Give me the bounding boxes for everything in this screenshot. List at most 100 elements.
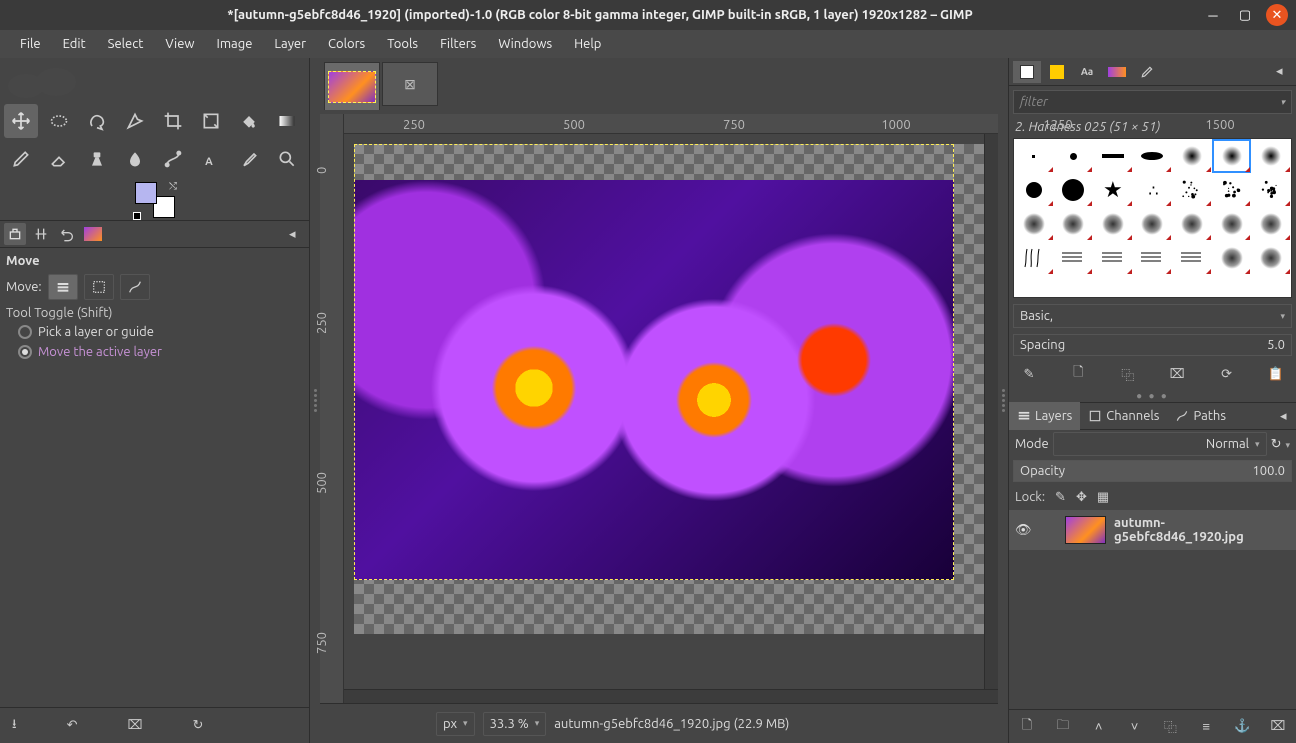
menu-edit[interactable]: Edit <box>53 33 96 55</box>
mode-reset-icon[interactable]: ↻ <box>1271 437 1282 452</box>
menu-layer[interactable]: Layer <box>264 33 316 55</box>
move-tool[interactable] <box>4 104 38 138</box>
delete-layer-icon[interactable]: ⌧ <box>1266 715 1290 739</box>
collapse-dock-icon[interactable]: ◂ <box>1276 64 1292 79</box>
anchor-layer-icon[interactable]: ⚓ <box>1230 715 1254 739</box>
brush-item[interactable] <box>1093 139 1133 173</box>
minimize-button[interactable]: ─ <box>1202 4 1224 26</box>
brush-item[interactable]: ∴ <box>1133 173 1173 207</box>
images-tab[interactable] <box>82 223 104 245</box>
horizontal-scrollbar[interactable] <box>344 689 998 703</box>
pencil-tool[interactable] <box>4 142 38 176</box>
maximize-button[interactable]: ▢ <box>1234 4 1256 26</box>
duplicate-layer-icon[interactable]: ⿻ <box>1158 715 1182 739</box>
zoom-tool[interactable] <box>270 142 304 176</box>
free-select-tool[interactable] <box>80 104 114 138</box>
opacity-slider[interactable]: Opacity100.0 <box>1013 460 1292 482</box>
brush-item[interactable] <box>1251 207 1291 241</box>
collapse-dock-icon[interactable]: ◂ <box>1280 409 1296 424</box>
smudge-tool[interactable] <box>118 142 152 176</box>
visibility-icon[interactable]: 👁 <box>1015 523 1032 538</box>
brush-item[interactable] <box>1212 241 1252 275</box>
pick-layer-radio[interactable] <box>18 325 32 339</box>
zoom-dropdown[interactable]: 33.3 %▾ <box>483 712 547 736</box>
layer-name[interactable]: autumn-g5ebfc8d46_1920.jpg <box>1114 516 1290 544</box>
brush-item[interactable] <box>1054 207 1094 241</box>
menu-tools[interactable]: Tools <box>377 33 428 55</box>
transform-tool[interactable] <box>194 104 228 138</box>
horizontal-ruler[interactable]: 2505007501000125015001750 <box>344 114 998 134</box>
fuzzy-select-tool[interactable] <box>118 104 152 138</box>
menu-filters[interactable]: Filters <box>430 33 486 55</box>
brush-item[interactable] <box>1054 241 1094 275</box>
restore-preset-icon[interactable]: ↶ <box>67 718 78 733</box>
brushes-tab[interactable] <box>1013 61 1041 83</box>
brush-item[interactable] <box>1172 241 1212 275</box>
brush-filter-input[interactable]: filter▾ <box>1013 90 1292 114</box>
refresh-brush-icon[interactable]: ⟳ <box>1215 362 1239 386</box>
gradients-tab[interactable] <box>1103 61 1131 83</box>
move-active-radio[interactable] <box>18 345 32 359</box>
menu-view[interactable]: View <box>155 33 204 55</box>
clone-tool[interactable] <box>80 142 114 176</box>
fonts-tab[interactable]: Aa <box>1073 61 1101 83</box>
layers-tab[interactable]: Layers <box>1009 402 1080 430</box>
move-layer-button[interactable] <box>48 274 78 300</box>
open-brush-icon[interactable]: 📋 <box>1264 362 1288 386</box>
edit-brush-icon[interactable]: ✎ <box>1017 362 1041 386</box>
reset-preset-icon[interactable]: ↻ <box>192 718 203 733</box>
delete-brush-icon[interactable]: ⌧ <box>1165 362 1189 386</box>
close-button[interactable]: ✕ <box>1266 4 1288 26</box>
default-colors-icon[interactable] <box>133 212 141 220</box>
new-layer-icon[interactable]: 🗋 <box>1015 715 1039 739</box>
brush-item[interactable] <box>1014 241 1054 275</box>
brush-item[interactable] <box>1093 241 1133 275</box>
duplicate-brush-icon[interactable]: ⿻ <box>1116 362 1140 386</box>
mode-dropdown[interactable]: Normal▾ <box>1053 432 1267 456</box>
menu-image[interactable]: Image <box>207 33 263 55</box>
brush-item[interactable] <box>1133 241 1173 275</box>
dock-separator[interactable]: ● ● ● <box>1009 390 1296 402</box>
dock-grip-right[interactable] <box>998 58 1008 743</box>
brush-item[interactable] <box>1251 139 1291 173</box>
tool-options-tab[interactable] <box>4 223 26 245</box>
lock-pixels-icon[interactable]: ✎ <box>1055 490 1066 505</box>
save-preset-icon[interactable]: ⭳ <box>12 715 17 737</box>
lock-position-icon[interactable]: ✥ <box>1076 490 1087 505</box>
paths-tab[interactable]: Paths <box>1167 402 1234 430</box>
menu-windows[interactable]: Windows <box>488 33 562 55</box>
brush-item[interactable] <box>1251 241 1291 275</box>
brush-item[interactable] <box>1212 139 1252 173</box>
new-brush-icon[interactable]: 🗋 <box>1066 362 1090 386</box>
merge-down-icon[interactable]: ≡ <box>1194 715 1218 739</box>
brush-item[interactable] <box>1014 207 1054 241</box>
foreground-color-swatch[interactable] <box>135 182 157 204</box>
ellipse-select-tool[interactable] <box>42 104 76 138</box>
brush-item[interactable] <box>1172 139 1212 173</box>
new-group-icon[interactable]: 🗀 <box>1051 715 1075 739</box>
menu-colors[interactable]: Colors <box>318 33 375 55</box>
canvas[interactable] <box>344 134 984 689</box>
brush-item[interactable] <box>1054 173 1094 207</box>
brush-item[interactable] <box>1172 173 1212 207</box>
collapse-dock-icon[interactable]: ◂ <box>289 227 305 242</box>
vertical-ruler[interactable]: 0250500750 <box>320 114 344 703</box>
brush-item[interactable] <box>1014 139 1054 173</box>
delete-preset-icon[interactable]: ⌧ <box>127 718 142 733</box>
lock-alpha-icon[interactable]: ▦ <box>1097 490 1109 505</box>
brush-preset-dropdown[interactable]: Basic,▾ <box>1013 304 1292 328</box>
bucket-fill-tool[interactable] <box>232 104 266 138</box>
move-path-button[interactable] <box>120 274 150 300</box>
move-selection-button[interactable] <box>84 274 114 300</box>
unit-dropdown[interactable]: px▾ <box>436 712 475 736</box>
channels-tab[interactable]: Channels <box>1080 402 1167 430</box>
undo-history-tab[interactable] <box>56 223 78 245</box>
patterns-tab[interactable] <box>1043 61 1071 83</box>
layer-row[interactable]: 👁 autumn-g5ebfc8d46_1920.jpg <box>1009 510 1296 550</box>
crop-tool[interactable] <box>156 104 190 138</box>
brush-item[interactable] <box>1054 139 1094 173</box>
spacing-slider[interactable]: Spacing5.0 <box>1013 334 1292 356</box>
brush-item[interactable] <box>1133 139 1173 173</box>
brush-item[interactable] <box>1014 173 1054 207</box>
vertical-scrollbar[interactable] <box>984 134 998 689</box>
